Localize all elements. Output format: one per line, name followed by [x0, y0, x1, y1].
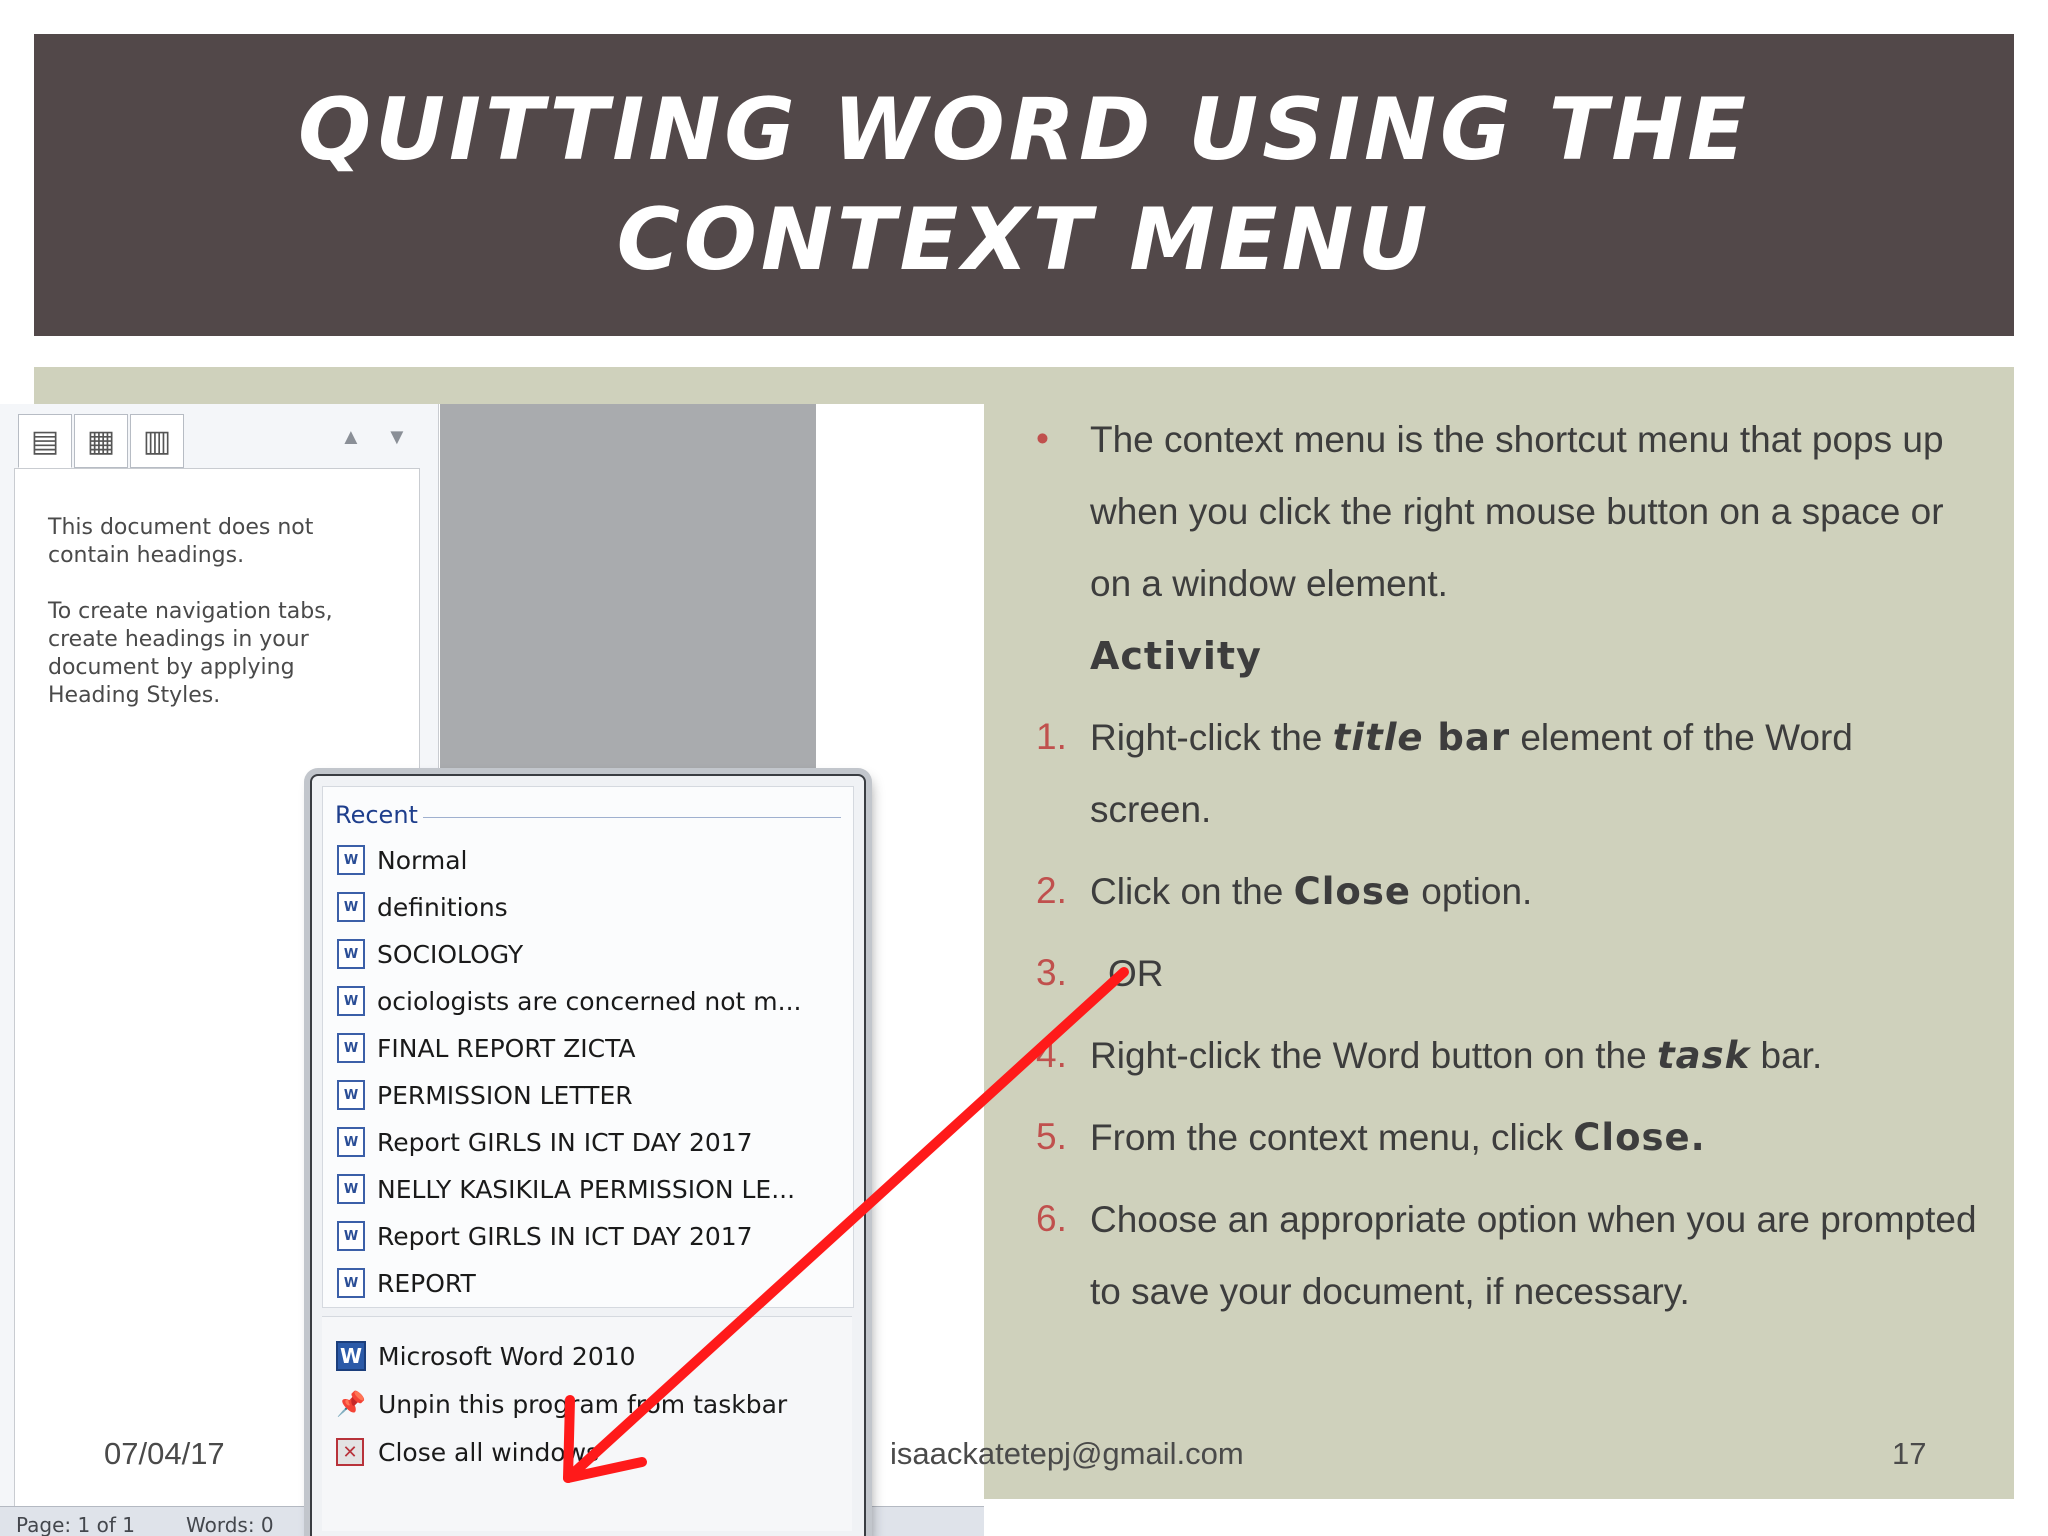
microsoft-word-icon: W	[336, 1341, 366, 1371]
recent-item[interactable]: W Normal	[337, 843, 847, 877]
unpin-icon: 📌	[336, 1390, 366, 1418]
activity-heading: Activity	[1090, 634, 1262, 678]
recent-item[interactable]: W definitions	[337, 890, 847, 924]
recent-divider	[423, 817, 841, 818]
taskbar-jump-list: Recent W Normal W definitions W SOCIOLOG…	[310, 774, 866, 1536]
browse-results-icon[interactable]: ▥	[130, 414, 184, 468]
word-document-icon: W	[337, 1268, 365, 1298]
slide-title: QUITTING WORD USING THE CONTEXT MENU	[298, 80, 1750, 290]
browse-pages-icon[interactable]: ▦	[74, 414, 128, 468]
word-document-icon: W	[337, 1033, 365, 1063]
jump-list-tasks-section: W Microsoft Word 2010 📌 Unpin this progr…	[322, 1316, 852, 1531]
next-heading-icon[interactable]: ▼	[386, 424, 408, 450]
previous-heading-icon[interactable]: ▲	[340, 424, 362, 450]
recent-item[interactable]: W SOCIOLOGY	[337, 937, 847, 971]
recent-item[interactable]: W PERMISSION LETTER	[337, 1078, 847, 1112]
intro-text: The context menu is the shortcut menu th…	[1090, 419, 1944, 604]
step-number: 5.	[1036, 1116, 1067, 1157]
step-text: Click on the Close option.	[1090, 870, 1533, 913]
word-document-icon: W	[337, 1127, 365, 1157]
bullet-marker: •	[1036, 418, 1049, 459]
close-window-icon: ✕	[336, 1438, 364, 1466]
jump-list-recent-section: Recent W Normal W definitions W SOCIOLOG…	[322, 786, 854, 1308]
nav-tabs: ▤ ▦ ▥	[18, 414, 186, 468]
status-words[interactable]: Words: 0	[186, 1513, 274, 1536]
step-number: 2.	[1036, 870, 1067, 911]
step-text: From the context menu, click Close.	[1090, 1116, 1706, 1159]
step-text: Right-click the title bar element of the…	[1090, 716, 1853, 830]
word-document-icon: W	[337, 986, 365, 1016]
word-document-icon: W	[337, 1221, 365, 1251]
recent-item[interactable]: W NELLY KASIKILA PERMISSION LE...	[337, 1172, 847, 1206]
nav-message-instructions: To create navigation tabs, create headin…	[48, 599, 333, 708]
step-number: 4.	[1036, 1034, 1067, 1075]
step-text: OR	[1108, 953, 1164, 994]
close-all-windows-item[interactable]: ✕ Close all windows	[336, 1435, 846, 1469]
unpin-item[interactable]: 📌 Unpin this program from taskbar	[336, 1387, 846, 1421]
word-document-icon: W	[337, 845, 365, 875]
footer-page-number: 17	[1892, 1436, 1927, 1471]
footer-date: 07/04/17	[104, 1436, 225, 1471]
word-document-icon: W	[337, 1080, 365, 1110]
word-document-icon: W	[337, 892, 365, 922]
nav-message-no-headings: This document does not contain headings.	[48, 515, 314, 568]
step-number: 3.	[1036, 952, 1067, 993]
word-document-icon: W	[337, 939, 365, 969]
step-number: 1.	[1036, 716, 1067, 757]
status-page[interactable]: Page: 1 of 1	[16, 1513, 135, 1536]
step-number: 6.	[1036, 1198, 1067, 1239]
recent-item[interactable]: W Report GIRLS IN ICT DAY 2017	[337, 1219, 847, 1253]
recent-item[interactable]: W ociologists are concerned not m...	[337, 984, 847, 1018]
recent-item[interactable]: W FINAL REPORT ZICTA	[337, 1031, 847, 1065]
open-word-item[interactable]: W Microsoft Word 2010	[336, 1339, 846, 1373]
recent-item[interactable]: W REPORT	[337, 1266, 847, 1300]
title-band: QUITTING WORD USING THE CONTEXT MENU	[34, 34, 2014, 336]
step-text: Choose an appropriate option when you ar…	[1090, 1199, 1977, 1312]
footer-email: isaackatetepj@gmail.com	[890, 1436, 1244, 1471]
step-text: Right-click the Word button on the task …	[1090, 1034, 1823, 1077]
recent-heading: Recent	[335, 801, 418, 829]
word-document-icon: W	[337, 1174, 365, 1204]
word-screenshot: ▤ ▦ ▥ ▲ ▼ This document does not contain…	[0, 404, 984, 1536]
recent-item[interactable]: W Report GIRLS IN ICT DAY 2017	[337, 1125, 847, 1159]
browse-headings-icon[interactable]: ▤	[18, 414, 72, 468]
